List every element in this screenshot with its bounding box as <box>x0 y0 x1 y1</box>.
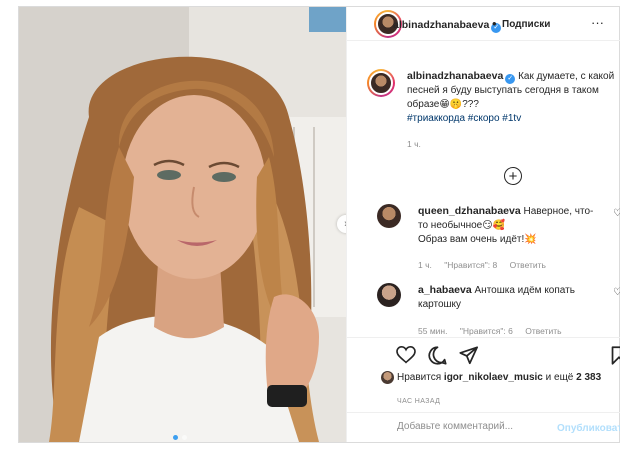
caption-time[interactable]: 1 ч. <box>407 139 421 149</box>
comment-username[interactable]: a_habaeva <box>418 284 472 296</box>
comment-text: a_habaeva Антошка идём копать картошку <box>418 283 598 312</box>
comment-username[interactable]: queen_dzhanabaeva <box>418 205 521 217</box>
post-photo[interactable]: › <box>19 7 346 442</box>
post-header: albinadzhanabaeva ✓ • Подписки ··· <box>347 7 620 41</box>
selfie-illustration <box>19 7 346 442</box>
likes-prefix: Нравится <box>397 372 442 383</box>
comment-likes[interactable]: "Нравится": 8 <box>444 260 497 270</box>
comment-reply-button[interactable]: Ответить <box>525 326 561 336</box>
share-icon[interactable] <box>459 346 478 365</box>
add-comment-input[interactable] <box>397 421 547 432</box>
comment-meta: 55 мин. "Нравится": 6 Ответить <box>418 326 572 336</box>
likes-suffix: и ещё <box>545 372 574 383</box>
instagram-post: › albinadzhanabaeva✓ • Подписки ··· albi… <box>18 6 620 443</box>
action-bar <box>347 337 620 367</box>
carousel-dots <box>173 435 187 440</box>
post-comment-button[interactable]: Опубликовать <box>557 423 620 434</box>
comment-reply-button[interactable]: Ответить <box>510 260 546 270</box>
likes-count[interactable]: 2 383 <box>576 372 601 383</box>
carousel-dot <box>182 435 187 440</box>
comment-avatar[interactable] <box>377 204 401 228</box>
comment-text: queen_dzhanabaeva Наверное, что-то необы… <box>418 204 598 247</box>
caption-emoji: 😁🤫??? <box>439 99 479 110</box>
comment-meta: 1 ч. "Нравится": 8 Ответить <box>418 260 556 270</box>
comment-time[interactable]: 1 ч. <box>418 260 432 270</box>
post-time-ago[interactable]: ЧАС НАЗАД <box>397 398 440 405</box>
caption-avatar[interactable] <box>367 69 395 97</box>
caption-hashtags[interactable]: #триаккорда #скоро #1tv <box>407 113 521 124</box>
following-button[interactable]: Подписки <box>502 19 550 30</box>
comment-likes[interactable]: "Нравится": 6 <box>460 326 513 336</box>
load-more-comments-icon[interactable]: + <box>504 167 522 185</box>
caption-text: albinadzhanabaeva ✓ Как думаете, с какой … <box>407 69 617 126</box>
add-comment-bar: Опубликовать <box>347 412 620 442</box>
heart-icon[interactable] <box>396 346 416 364</box>
liker-username[interactable]: igor_nikolaev_music <box>444 372 543 383</box>
comment-emoji: 😏🥰 <box>482 220 506 231</box>
caption-username[interactable]: albinadzhanabaeva ✓ <box>407 70 516 84</box>
comment-like-heart-icon[interactable]: ♡ <box>613 287 620 298</box>
post-sidebar: albinadzhanabaeva ✓ • Подписки ··· albina… <box>346 7 620 442</box>
liker-avatar <box>381 371 394 384</box>
comment-like-heart-icon[interactable]: ♡ <box>613 208 620 219</box>
more-options-icon[interactable]: ··· <box>591 15 604 30</box>
likes-summary[interactable]: Нравится igor_nikolaev_music и ещё 2 383 <box>381 371 601 384</box>
verified-badge-icon: ✓ <box>505 74 516 84</box>
bookmark-icon[interactable] <box>611 346 620 365</box>
comment-avatar[interactable] <box>377 283 401 307</box>
comment-icon[interactable] <box>428 346 447 365</box>
comment-emoji-2: 💥 <box>524 234 537 245</box>
separator-dot: • <box>492 16 497 31</box>
author-username[interactable]: albinadzhanabaeva ✓ <box>393 19 502 33</box>
comment-time[interactable]: 55 мин. <box>418 326 447 336</box>
comment-body-line2: Образ вам очень идёт! <box>418 234 525 245</box>
carousel-dot-active <box>173 435 178 440</box>
